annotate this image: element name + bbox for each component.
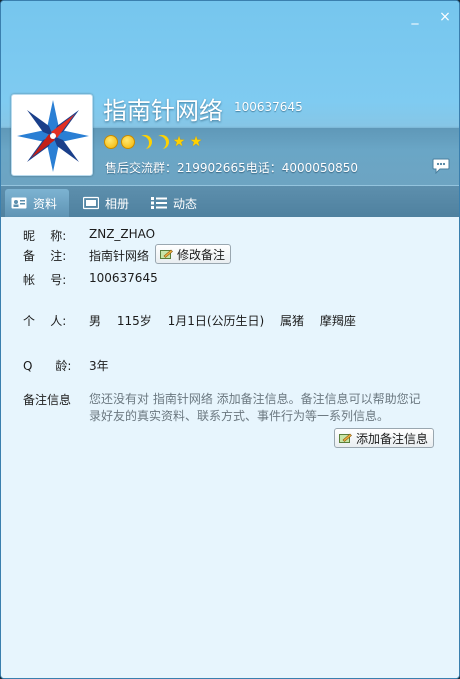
star-icon: ★ — [189, 134, 203, 150]
chat-bubble-icon[interactable] — [432, 158, 450, 175]
tab-profile-label: 资料 — [33, 196, 58, 211]
gender-value: 男 — [89, 314, 102, 328]
star-icon: ★ — [172, 134, 186, 150]
add-note-label: 添加备注信息 — [356, 431, 429, 446]
account-value: 100637645 — [89, 271, 158, 285]
photo-album-icon — [82, 196, 100, 210]
qq-level[interactable]: ★ ★ — [103, 134, 204, 150]
qage-value: 3年 — [89, 359, 109, 373]
edit-remark-button[interactable]: 修改备注 — [155, 244, 232, 264]
tab-bar: 资料 相册 动态 — [1, 185, 459, 217]
nickname-label: 昵 称: — [23, 229, 67, 243]
avatar[interactable] — [11, 94, 93, 176]
feed-list-icon — [151, 196, 167, 210]
add-note-icon — [339, 433, 352, 444]
nickname-value: ZNZ_ZHAO — [89, 227, 156, 241]
tab-album-label: 相册 — [105, 196, 130, 211]
close-icon: × — [439, 9, 451, 25]
sun-icon — [120, 134, 136, 150]
sun-icon — [103, 134, 119, 150]
remark-value: 指南针网络 — [89, 249, 150, 263]
tab-feed-label: 动态 — [173, 196, 198, 211]
moon-icon — [154, 134, 170, 150]
profile-card-icon — [11, 196, 27, 210]
signature: 售后交流群：219902665电话：4000050850 — [105, 161, 359, 175]
edit-note-icon — [160, 249, 173, 260]
birthday-value: 1月1日(公历生日) — [167, 314, 265, 328]
note-text: 您还没有对 指南针网络 添加备注信息。备注信息可以帮助您记录好友的真实资料、联系… — [89, 392, 421, 423]
tab-profile[interactable]: 资料 — [5, 189, 69, 217]
minimize-button[interactable]: _ — [407, 9, 423, 25]
qq-number: 100637645 — [234, 100, 303, 114]
note-label: 备注信息 — [23, 393, 72, 407]
profile-window: _ × 指南针网络 100637645 ★ ★ 售后交流群：219902665电… — [0, 0, 460, 679]
personal-label: 个 人: — [23, 314, 67, 328]
tab-feed[interactable]: 动态 — [145, 189, 207, 217]
profile-nickname: 指南针网络 — [103, 97, 223, 125]
close-button[interactable]: × — [437, 9, 453, 25]
profile-header: _ × 指南针网络 100637645 ★ ★ 售后交流群：219902665电… — [1, 1, 459, 185]
personal-info: 男 115岁 1月1日(公历生日) 属猪 摩羯座 — [89, 312, 368, 329]
account-label: 帐 号: — [23, 273, 67, 287]
remark-label: 备 注: — [23, 249, 67, 263]
constellation-value: 摩羯座 — [319, 314, 356, 328]
qage-label: Q 龄: — [23, 359, 72, 373]
moon-icon — [137, 134, 153, 150]
age-value: 115岁 — [116, 314, 152, 328]
edit-remark-label: 修改备注 — [177, 247, 226, 262]
zodiac-value: 属猪 — [280, 314, 305, 328]
compass-logo-icon — [17, 100, 89, 172]
minimize-icon: _ — [411, 9, 419, 25]
add-note-button[interactable]: 添加备注信息 — [334, 428, 435, 448]
tab-album[interactable]: 相册 — [77, 189, 137, 217]
